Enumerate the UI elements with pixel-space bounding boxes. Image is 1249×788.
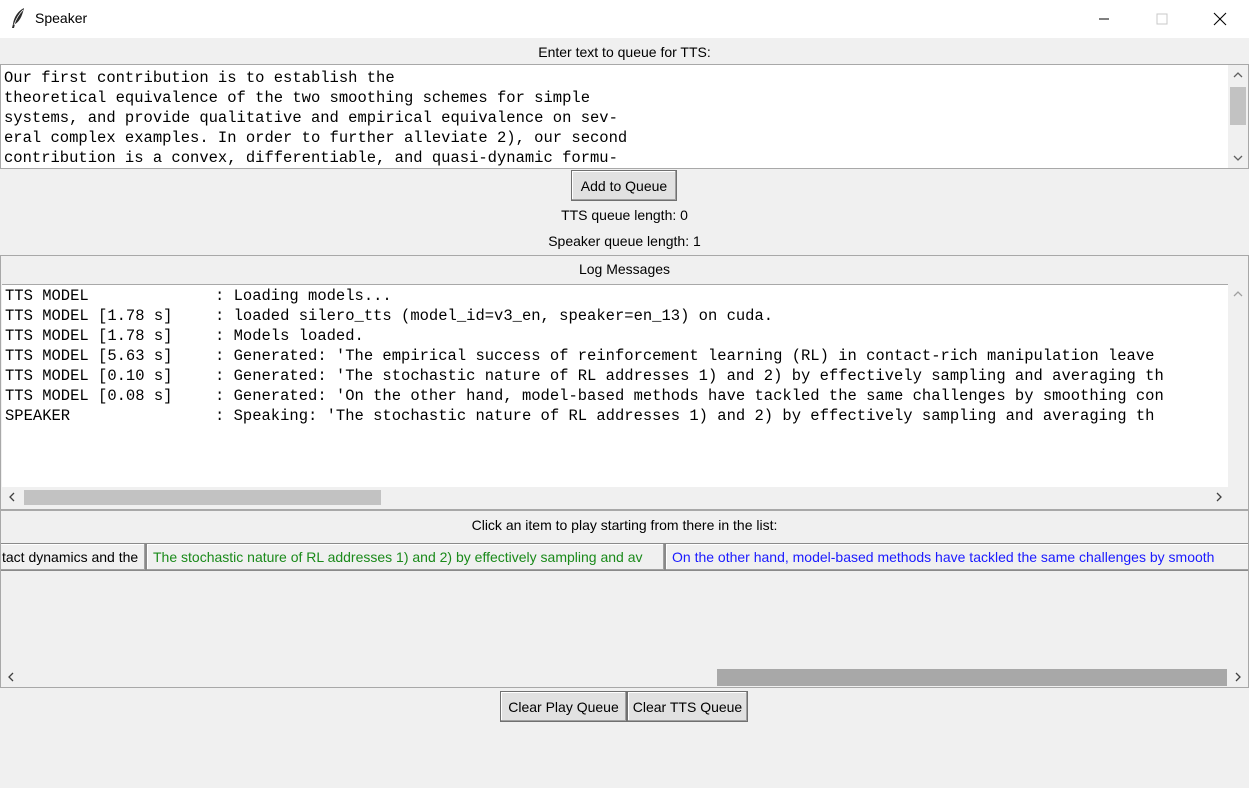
playlist-scroll-thumb[interactable] [717,669,1227,686]
minimize-icon [1099,18,1109,20]
minimize-button[interactable] [1075,0,1133,38]
close-icon [1213,12,1227,26]
playlist-item[interactable]: On the other hand, model-based methods h… [665,543,1248,571]
log-scroll-thumb[interactable] [24,490,381,505]
clear-tts-queue-button[interactable]: Clear TTS Queue [627,691,748,722]
playlist-horizontal-scrollbar[interactable] [1,667,1248,687]
log-line: TTS MODEL [1.78 s]: loaded silero_tts (m… [5,307,774,325]
playlist-label: Click an item to play starting from ther… [471,517,778,533]
log-line: TTS MODEL: Loading models... [5,287,392,305]
window-title: Speaker [35,10,88,26]
log-title: Log Messages [578,261,671,277]
maximize-icon [1156,13,1168,25]
entry-label: Enter text to queue for TTS: [538,44,711,60]
scroll-up-icon[interactable] [1228,65,1248,85]
title-bar: Speaker [0,0,1249,38]
maximize-button[interactable] [1133,0,1191,38]
scroll-right-icon[interactable] [1228,667,1248,687]
log-line: TTS MODEL [0.08 s]: Generated: 'On the o… [5,387,1164,405]
tts-text-input[interactable]: Our first contribution is to establish t… [0,64,1249,169]
playlist-item-label: On the other hand, model-based methods h… [672,549,1215,565]
log-line: TTS MODEL [0.10 s]: Generated: 'The stoc… [5,367,1164,385]
clear-play-queue-button[interactable]: Clear Play Queue [500,691,627,722]
feather-icon [12,8,24,28]
speaker-queue-length: Speaker queue length: 1 [548,233,701,249]
log-panel: Log Messages TTS MODEL: Loading models..… [0,255,1249,510]
tts-text-content[interactable]: Our first contribution is to establish t… [4,68,627,168]
scroll-left-icon[interactable] [2,487,22,507]
log-line: SPEAKER: Speaking: 'The stochastic natur… [5,407,1155,425]
playlist-item-label: The stochastic nature of RL addresses 1)… [153,549,643,565]
scroll-right-icon[interactable] [1209,487,1229,507]
close-button[interactable] [1191,0,1249,38]
playlist-item[interactable]: The stochastic nature of RL addresses 1)… [146,543,665,571]
log-text-area[interactable]: TTS MODEL: Loading models... TTS MODEL [… [2,284,1230,487]
scroll-up-icon[interactable] [1228,284,1248,304]
tts-queue-length: TTS queue length: 0 [561,207,688,223]
playlist-item[interactable]: tact dynamics and the [1,543,146,571]
entry-scroll-thumb[interactable] [1230,87,1246,125]
log-line: TTS MODEL [5.63 s]: Generated: 'The empi… [5,347,1155,365]
add-to-queue-button[interactable]: Add to Queue [571,170,677,201]
scroll-down-icon[interactable] [1228,148,1248,168]
entry-vertical-scrollbar[interactable] [1228,65,1248,168]
log-vertical-scrollbar[interactable] [1228,284,1248,487]
playlist-panel: Click an item to play starting from ther… [0,510,1249,688]
log-line: TTS MODEL [1.78 s]: Models loaded. [5,327,364,345]
playlist-item-label: tact dynamics and the [2,549,139,565]
scroll-left-icon[interactable] [1,667,21,687]
playlist-items: tact dynamics and the The stochastic nat… [1,543,1248,571]
log-horizontal-scrollbar[interactable] [2,487,1229,507]
